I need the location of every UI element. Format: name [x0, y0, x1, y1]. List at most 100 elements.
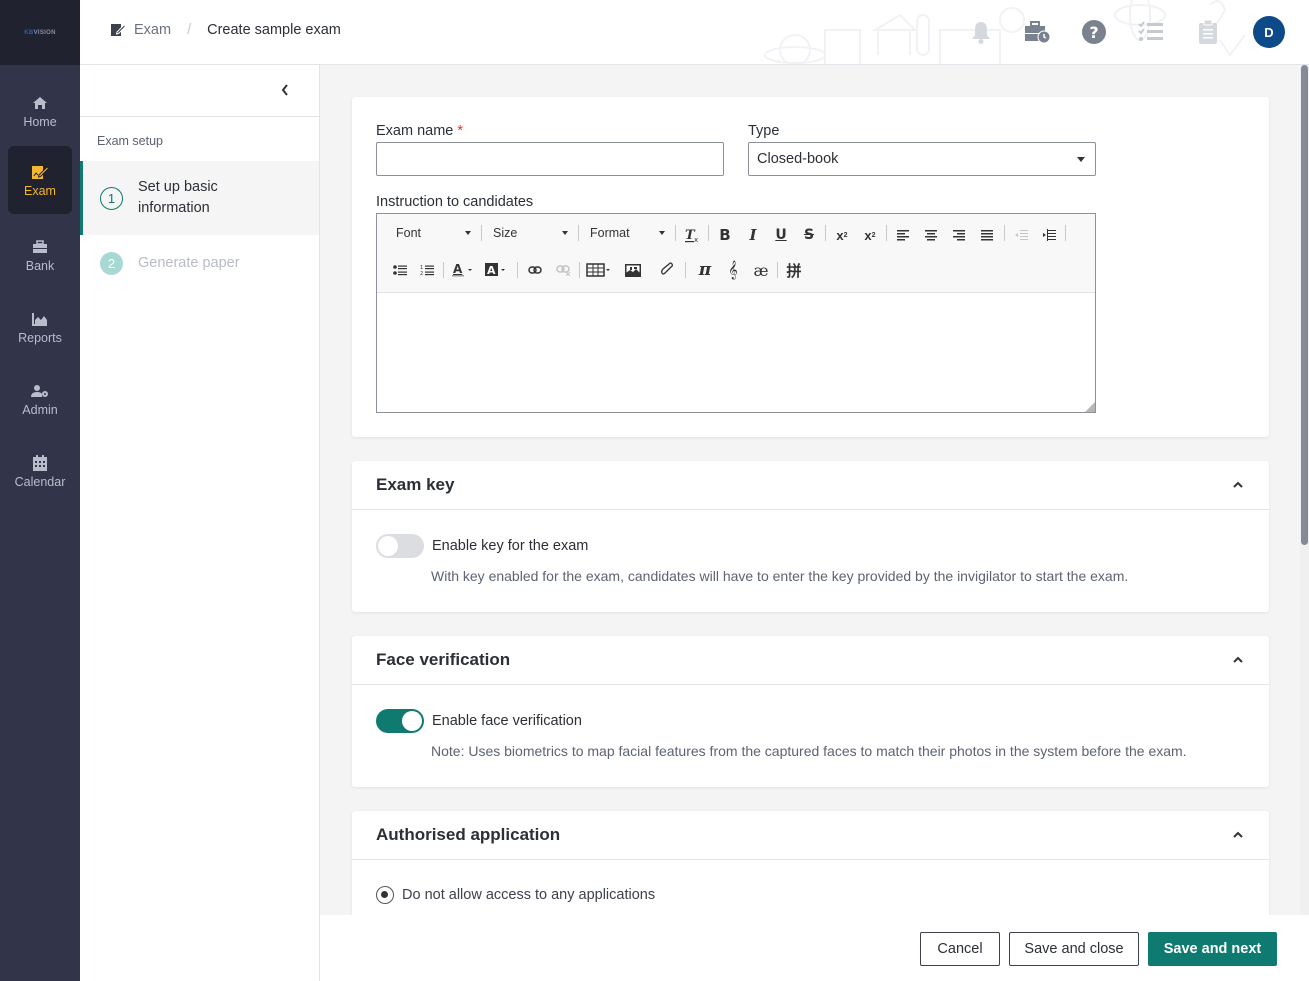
steps-sidebar: Exam setup 1 Set up basic information 2 … [80, 65, 320, 981]
radio-label: Do not allow access to any applications [402, 887, 656, 903]
exam-key-toggle[interactable] [376, 534, 424, 558]
font-combo[interactable]: Font [389, 222, 473, 244]
chevron-up-icon[interactable] [1231, 478, 1245, 492]
radio-option-no-access[interactable]: Do not allow access to any applications [376, 886, 655, 904]
logo: KBVISION [0, 0, 80, 65]
exam-key-note: With key enabled for the exam, candidate… [431, 568, 1129, 584]
step-setup-basic-information[interactable]: 1 Set up basic information [80, 161, 319, 235]
bank-icon [31, 238, 49, 256]
rich-text-editor: Font Size Format Tx B I U S x 2 x 2 1 2 … [376, 213, 1096, 413]
image-icon[interactable] [621, 259, 645, 281]
size-combo[interactable]: Size [486, 222, 570, 244]
nav-item-reports[interactable]: Reports [8, 293, 72, 361]
align-center-icon[interactable] [919, 224, 943, 246]
calendar-icon [31, 454, 49, 472]
resize-handle[interactable] [1085, 402, 1095, 412]
nav-item-home[interactable]: Home [8, 77, 72, 145]
strikethrough-icon[interactable]: S [797, 224, 821, 246]
bulleted-list-icon[interactable] [388, 259, 412, 281]
required-mark: * [457, 123, 464, 139]
nav-item-admin[interactable]: Admin [8, 365, 72, 433]
instructions-editor-area[interactable] [377, 294, 1095, 412]
reports-icon [31, 310, 49, 328]
math-pi-icon[interactable]: π [693, 259, 717, 281]
step-label: Generate paper [138, 255, 240, 271]
exam-name-label: Exam name * [376, 123, 464, 139]
main-scrollbar[interactable] [1300, 65, 1309, 915]
radio-button[interactable] [376, 886, 394, 904]
nav-item-exam[interactable]: Exam [8, 146, 72, 214]
svg-text:?: ? [1089, 23, 1098, 42]
breadcrumb-separator: / [187, 22, 192, 38]
face-verification-title: Face verification [376, 650, 511, 669]
step-label: Set up basic information [138, 179, 218, 216]
type-select[interactable]: Closed-book [748, 142, 1096, 176]
outdent-icon[interactable] [1009, 224, 1033, 246]
pinyin-icon[interactable]: 拼 [782, 259, 806, 281]
authorised-application-header[interactable]: Authorised application [352, 811, 1269, 860]
svg-text:A: A [453, 262, 463, 276]
exam-icon [31, 163, 49, 181]
subscript-icon[interactable]: x2 [830, 224, 854, 246]
user-avatar[interactable]: D [1253, 16, 1285, 48]
remove-format-icon[interactable]: Tx [680, 224, 704, 246]
authorised-application-title: Authorised application [376, 825, 561, 844]
underline-icon[interactable]: U [769, 224, 793, 246]
instructions-label: Instruction to candidates [376, 194, 534, 210]
face-verification-toggle[interactable] [376, 709, 424, 733]
step-number: 2 [100, 251, 123, 275]
format-combo[interactable]: Format [583, 222, 667, 244]
cancel-button[interactable]: Cancel [920, 932, 1000, 966]
decorative-background [764, 0, 1246, 65]
bold-icon[interactable]: B [713, 224, 737, 246]
basic-info-card: Exam name * Type Closed-book Instruction… [352, 97, 1269, 437]
music-notation-icon[interactable]: 𝄞 [721, 259, 745, 281]
briefcase-clock-icon[interactable] [1023, 18, 1051, 46]
face-verification-header[interactable]: Face verification [352, 636, 1269, 685]
numbered-list-icon[interactable]: 12 [415, 259, 439, 281]
left-navigation: KBVISION Home Exam Bank Reports Admin Ca… [0, 0, 80, 981]
special-characters-icon[interactable]: æ [749, 259, 773, 281]
superscript-icon[interactable]: x2 [858, 224, 882, 246]
top-header: Exam / Create sample exam ? D [80, 0, 1309, 65]
editor-toolbar: Font Size Format Tx B I U S x 2 x 2 1 2 … [377, 214, 1095, 293]
checklist-icon[interactable] [1137, 18, 1165, 46]
justify-icon[interactable] [975, 224, 999, 246]
italic-icon[interactable]: I [741, 224, 765, 246]
nav-item-bank[interactable]: Bank [8, 221, 72, 289]
link-icon[interactable] [523, 259, 547, 281]
unlink-icon[interactable] [551, 259, 575, 281]
breadcrumb-exam-link[interactable]: Exam [134, 22, 171, 38]
exam-key-card: Exam key Enable key for the exam With ke… [352, 461, 1269, 612]
caret-down-icon [1077, 157, 1085, 162]
chevron-up-icon[interactable] [1231, 653, 1245, 667]
type-select-value: Closed-book [757, 151, 839, 167]
bell-icon[interactable] [967, 18, 995, 46]
home-icon [31, 94, 49, 112]
help-icon[interactable]: ? [1080, 18, 1108, 46]
step-generate-paper[interactable]: 2 Generate paper [80, 235, 319, 291]
background-color-icon[interactable]: A [482, 259, 510, 281]
save-and-close-button[interactable]: Save and close [1009, 932, 1139, 966]
chevron-up-icon[interactable] [1231, 828, 1245, 842]
collapse-sidebar-button[interactable] [277, 82, 293, 98]
type-label: Type [748, 123, 780, 139]
text-color-icon[interactable]: A [449, 259, 477, 281]
exam-name-input[interactable] [376, 142, 724, 176]
indent-icon[interactable] [1037, 224, 1061, 246]
face-verification-card: Face verification Enable face verificati… [352, 636, 1269, 787]
exam-key-header[interactable]: Exam key [352, 461, 1269, 510]
caret-down-icon [659, 231, 665, 235]
clipboard-icon[interactable] [1194, 18, 1222, 46]
scrollbar-thumb[interactable] [1301, 65, 1308, 545]
align-left-icon[interactable] [891, 224, 915, 246]
save-and-next-button[interactable]: Save and next [1148, 932, 1277, 966]
steps-section-title: Exam setup [97, 134, 164, 148]
align-right-icon[interactable] [947, 224, 971, 246]
exam-key-title: Exam key [376, 475, 455, 494]
nav-item-calendar[interactable]: Calendar [8, 437, 72, 505]
attachment-icon[interactable] [655, 259, 679, 281]
table-icon[interactable] [584, 259, 614, 281]
face-verification-note: Note: Uses biometrics to map facial feat… [431, 743, 1187, 759]
admin-icon [31, 382, 49, 400]
